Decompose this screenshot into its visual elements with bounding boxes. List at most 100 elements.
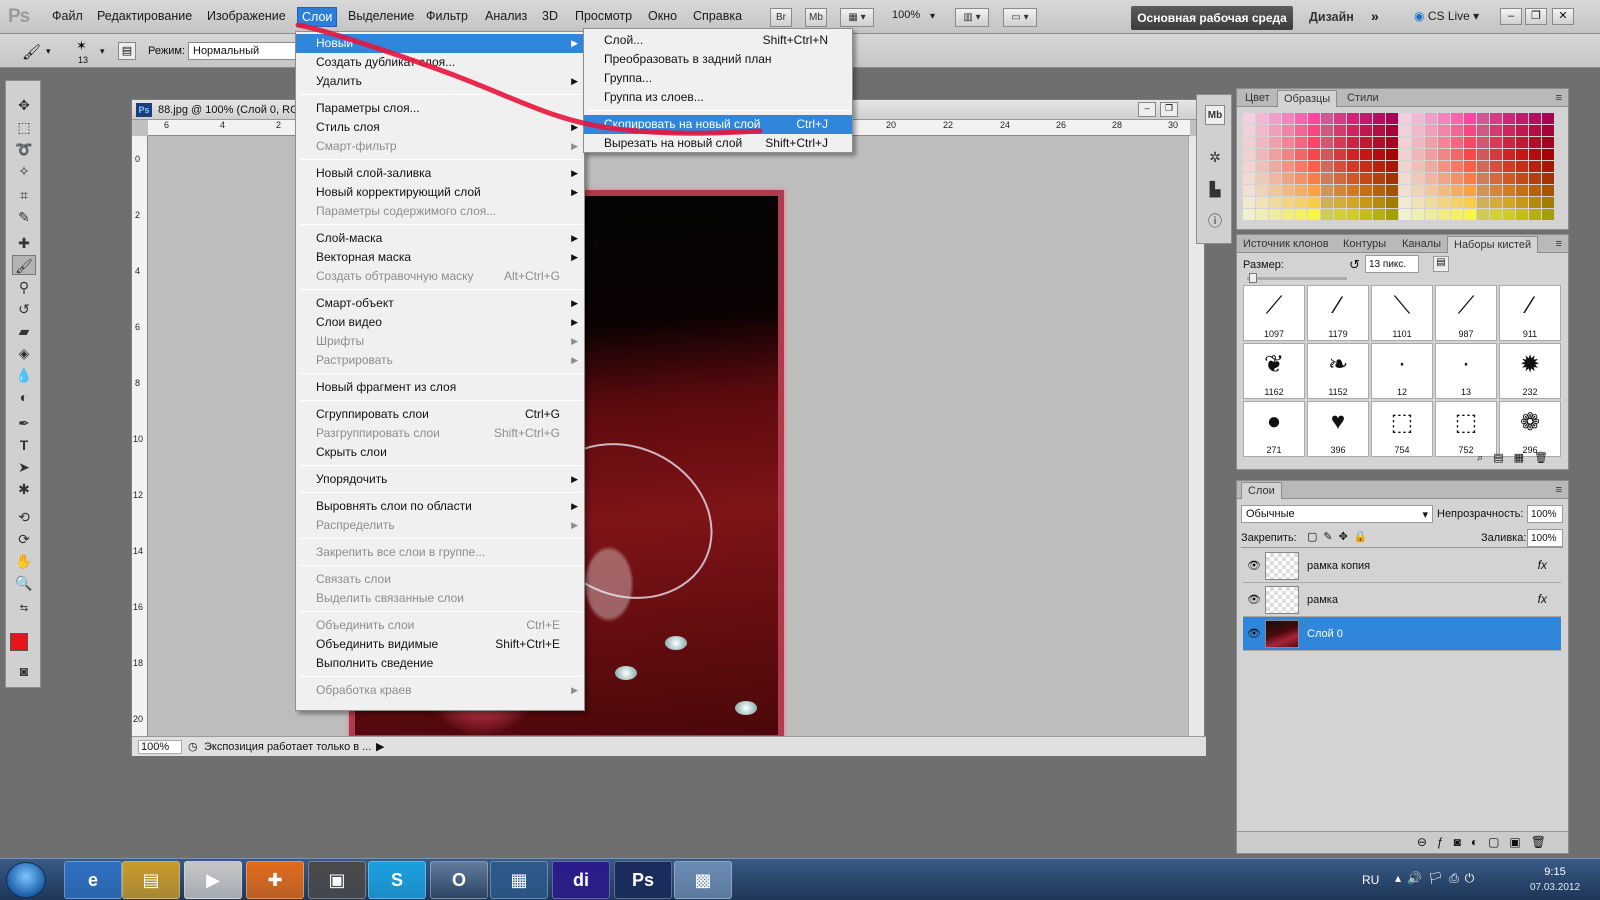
color-swatch[interactable]: [1334, 185, 1346, 196]
fx-icon[interactable]: fx: [1538, 592, 1547, 606]
menu-item[interactable]: Создать дубликат слоя...: [296, 53, 584, 72]
color-swatch[interactable]: [1412, 149, 1424, 160]
brush-preset[interactable]: ♥ 396: [1307, 401, 1369, 457]
color-swatch[interactable]: [1360, 149, 1372, 160]
color-swatch[interactable]: [1256, 125, 1268, 136]
color-swatch[interactable]: [1503, 197, 1515, 208]
color-swatch[interactable]: [1269, 209, 1281, 220]
color-swatch[interactable]: [1529, 185, 1541, 196]
brush-preset[interactable]: ⁄ 911: [1499, 285, 1561, 341]
color-swatch[interactable]: [1269, 185, 1281, 196]
screen-mode-icon[interactable]: ▭ ▾: [1003, 8, 1037, 27]
color-swatch[interactable]: [1542, 149, 1554, 160]
restore-icon[interactable]: ❐: [1525, 8, 1547, 25]
bridge-button[interactable]: Br: [770, 8, 792, 27]
color-swatch[interactable]: [1425, 173, 1437, 184]
taskbar-app-button[interactable]: ▣: [308, 861, 366, 899]
color-swatch[interactable]: [1529, 113, 1541, 124]
color-swatch[interactable]: [1451, 197, 1463, 208]
menu-view[interactable]: Просмотр: [575, 9, 632, 23]
color-swatch[interactable]: [1321, 185, 1333, 196]
cs-live-button[interactable]: ◉ CS Live ▾: [1414, 9, 1479, 23]
color-swatch[interactable]: [1334, 137, 1346, 148]
color-swatch[interactable]: [1425, 113, 1437, 124]
menu-edit[interactable]: Редактирование: [97, 9, 192, 23]
color-swatch[interactable]: [1386, 113, 1398, 124]
color-swatch[interactable]: [1282, 161, 1294, 172]
color-swatch[interactable]: [1529, 209, 1541, 220]
color-swatch[interactable]: [1464, 149, 1476, 160]
color-swatch[interactable]: [1399, 173, 1411, 184]
menu-item[interactable]: Объединить слои Ctrl+E: [296, 616, 584, 635]
color-swatch[interactable]: [1282, 149, 1294, 160]
color-swatch[interactable]: [1373, 137, 1385, 148]
menu-item[interactable]: Скрыть слои: [296, 443, 584, 462]
color-swatch[interactable]: [1269, 173, 1281, 184]
color-swatch[interactable]: [1490, 161, 1502, 172]
eye-icon[interactable]: 👁: [1247, 559, 1261, 572]
taskbar-app-button[interactable]: ▤: [122, 861, 180, 899]
color-swatch[interactable]: [1412, 197, 1424, 208]
color-swatch[interactable]: [1477, 161, 1489, 172]
color-swatch[interactable]: [1516, 161, 1528, 172]
color-swatch[interactable]: [1516, 197, 1528, 208]
color-swatch[interactable]: [1386, 185, 1398, 196]
menu-file[interactable]: Файл: [52, 9, 83, 23]
color-swatch[interactable]: [1399, 197, 1411, 208]
color-swatch[interactable]: [1308, 173, 1320, 184]
color-swatch[interactable]: [1269, 113, 1281, 124]
menu-analysis[interactable]: Анализ: [485, 9, 527, 23]
color-swatch[interactable]: [1425, 149, 1437, 160]
color-swatch[interactable]: [1243, 185, 1255, 196]
color-swatch[interactable]: [1438, 125, 1450, 136]
color-swatch[interactable]: [1243, 137, 1255, 148]
menu-item[interactable]: Закрепить все слои в группе...: [296, 543, 584, 562]
color-swatch[interactable]: [1386, 137, 1398, 148]
size-slider-thumb[interactable]: [1249, 273, 1257, 283]
menu-item[interactable]: Распределить ▶: [296, 516, 584, 535]
tab-channels[interactable]: Каналы: [1402, 238, 1441, 250]
color-swatch[interactable]: [1464, 197, 1476, 208]
color-swatch[interactable]: [1334, 113, 1346, 124]
color-swatch[interactable]: [1295, 149, 1307, 160]
color-swatch[interactable]: [1256, 173, 1268, 184]
color-swatch[interactable]: [1373, 113, 1385, 124]
color-swatch[interactable]: [1529, 149, 1541, 160]
color-swatch[interactable]: [1256, 209, 1268, 220]
color-swatch[interactable]: [1438, 185, 1450, 196]
brush-preset[interactable]: · 13: [1435, 343, 1497, 399]
color-swatch[interactable]: [1438, 173, 1450, 184]
color-swatch[interactable]: [1477, 209, 1489, 220]
color-swatch[interactable]: [1321, 137, 1333, 148]
eyedropper-tool-icon[interactable]: ✎: [12, 207, 36, 227]
menu-item[interactable]: Растрировать ▶: [296, 351, 584, 370]
menu-item[interactable]: Разгруппировать слои Shift+Ctrl+G: [296, 424, 584, 443]
menu-item[interactable]: Слой-маска ▶: [296, 229, 584, 248]
color-swatch[interactable]: [1451, 137, 1463, 148]
paint-bucket-tool-icon[interactable]: ◈: [12, 343, 36, 363]
color-swatch[interactable]: [1308, 185, 1320, 196]
lasso-tool-icon[interactable]: ➰: [12, 139, 36, 159]
color-swatch[interactable]: [1360, 185, 1372, 196]
brush-preset[interactable]: ❧ 1152: [1307, 343, 1369, 399]
color-swatch[interactable]: [1347, 173, 1359, 184]
color-swatch[interactable]: [1451, 209, 1463, 220]
color-swatch[interactable]: [1477, 125, 1489, 136]
language-indicator[interactable]: RU: [1362, 873, 1379, 887]
menu-item[interactable]: Стиль слоя ▶: [296, 118, 584, 137]
color-swatch[interactable]: [1529, 137, 1541, 148]
tab-brush-presets[interactable]: Наборы кистей: [1447, 236, 1539, 253]
color-swatch[interactable]: [1256, 113, 1268, 124]
color-swatch[interactable]: [1243, 173, 1255, 184]
brush-preset[interactable]: ❦ 1162: [1243, 343, 1305, 399]
menu-item[interactable]: Удалить ▶: [296, 72, 584, 91]
taskbar-app-button[interactable]: Ps: [614, 861, 672, 899]
color-swatch[interactable]: [1438, 209, 1450, 220]
color-swatch[interactable]: [1425, 209, 1437, 220]
menu-item[interactable]: Новый слой-заливка ▶: [296, 164, 584, 183]
color-swatch[interactable]: [1490, 209, 1502, 220]
clock-date[interactable]: 07.03.2012: [1523, 882, 1587, 893]
view-extras-icon[interactable]: ▦ ▾: [840, 8, 874, 27]
color-swatch[interactable]: [1438, 149, 1450, 160]
brush-tool-preset-icon[interactable]: 🖌: [22, 43, 41, 61]
